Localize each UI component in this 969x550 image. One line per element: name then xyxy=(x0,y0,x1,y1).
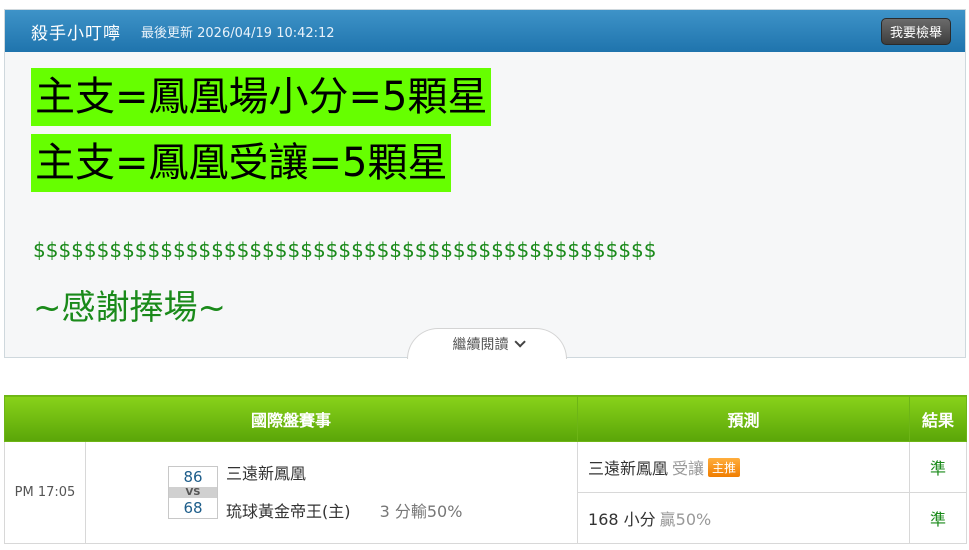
highlight-line-2: 主支=鳳凰受讓=5顆星 xyxy=(31,134,452,192)
header-result: 結果 xyxy=(909,395,968,442)
match-note: 3 分輸50% xyxy=(379,501,463,521)
home-team: 三遠新鳳凰 xyxy=(226,463,307,483)
vs-label: VS xyxy=(169,487,217,498)
thanks-line: ~感謝捧場~ xyxy=(33,288,226,328)
read-more-button[interactable]: 繼續閱讀 xyxy=(407,328,567,359)
updated-timestamp: 最後更新 2026/04/19 10:42:12 xyxy=(141,25,335,41)
prediction-1-main: 三遠新鳳凰 xyxy=(588,459,669,478)
match-table: 國際盤賽事 預測 結果 PM 17:05 86 VS 68 三遠新鳳凰 琉球黃金… xyxy=(3,395,968,544)
result-1: 準 xyxy=(909,441,968,493)
highlight-line-1: 主支=鳳凰場小分=5顆星 xyxy=(31,68,492,126)
prediction-2-type: 贏50% xyxy=(659,510,712,529)
score-box: 86 VS 68 xyxy=(168,466,218,519)
prediction-2: 168 小分 贏50% xyxy=(577,492,911,544)
article-header: 殺手小叮嚀 最後更新 2026/04/19 10:42:12 我要檢舉 xyxy=(5,10,965,52)
header-match: 國際盤賽事 xyxy=(3,395,579,442)
author-name[interactable]: 殺手小叮嚀 xyxy=(31,19,121,44)
table-header-row: 國際盤賽事 預測 結果 xyxy=(3,395,968,442)
header-prediction: 預測 xyxy=(577,395,911,442)
prediction-1-type: 受讓 xyxy=(672,459,705,478)
featured-badge: 主推 xyxy=(708,458,741,477)
article-card: 殺手小叮嚀 最後更新 2026/04/19 10:42:12 我要檢舉 主支=鳳… xyxy=(4,9,966,359)
dollar-line: $$$$$$$$$$$$$$$$$$$$$$$$$$$$$$$$$$$$$$$$… xyxy=(33,238,657,262)
away-team: 琉球黃金帝王(主) xyxy=(226,501,351,521)
match-teams-cell: 86 VS 68 三遠新鳳凰 琉球黃金帝王(主) 3 分輸50% xyxy=(84,441,579,544)
report-button[interactable]: 我要檢舉 xyxy=(880,17,951,45)
read-more-label: 繼續閱讀 xyxy=(452,337,509,353)
match-time: PM 17:05 xyxy=(4,441,86,544)
chevron-down-icon xyxy=(513,336,526,348)
table-row: PM 17:05 86 VS 68 三遠新鳳凰 琉球黃金帝王(主) 3 分輸50… xyxy=(4,441,968,544)
result-2: 準 xyxy=(909,492,968,544)
away-score: 68 xyxy=(169,498,217,518)
prediction-2-main: 168 小分 xyxy=(588,510,656,529)
home-score: 86 xyxy=(169,467,217,487)
article-content: 主支=鳳凰場小分=5顆星 主支=鳳凰受讓=5顆星 $$$$$$$$$$$$$$$… xyxy=(5,52,965,357)
prediction-1: 三遠新鳳凰 受讓 主推 xyxy=(577,441,911,493)
